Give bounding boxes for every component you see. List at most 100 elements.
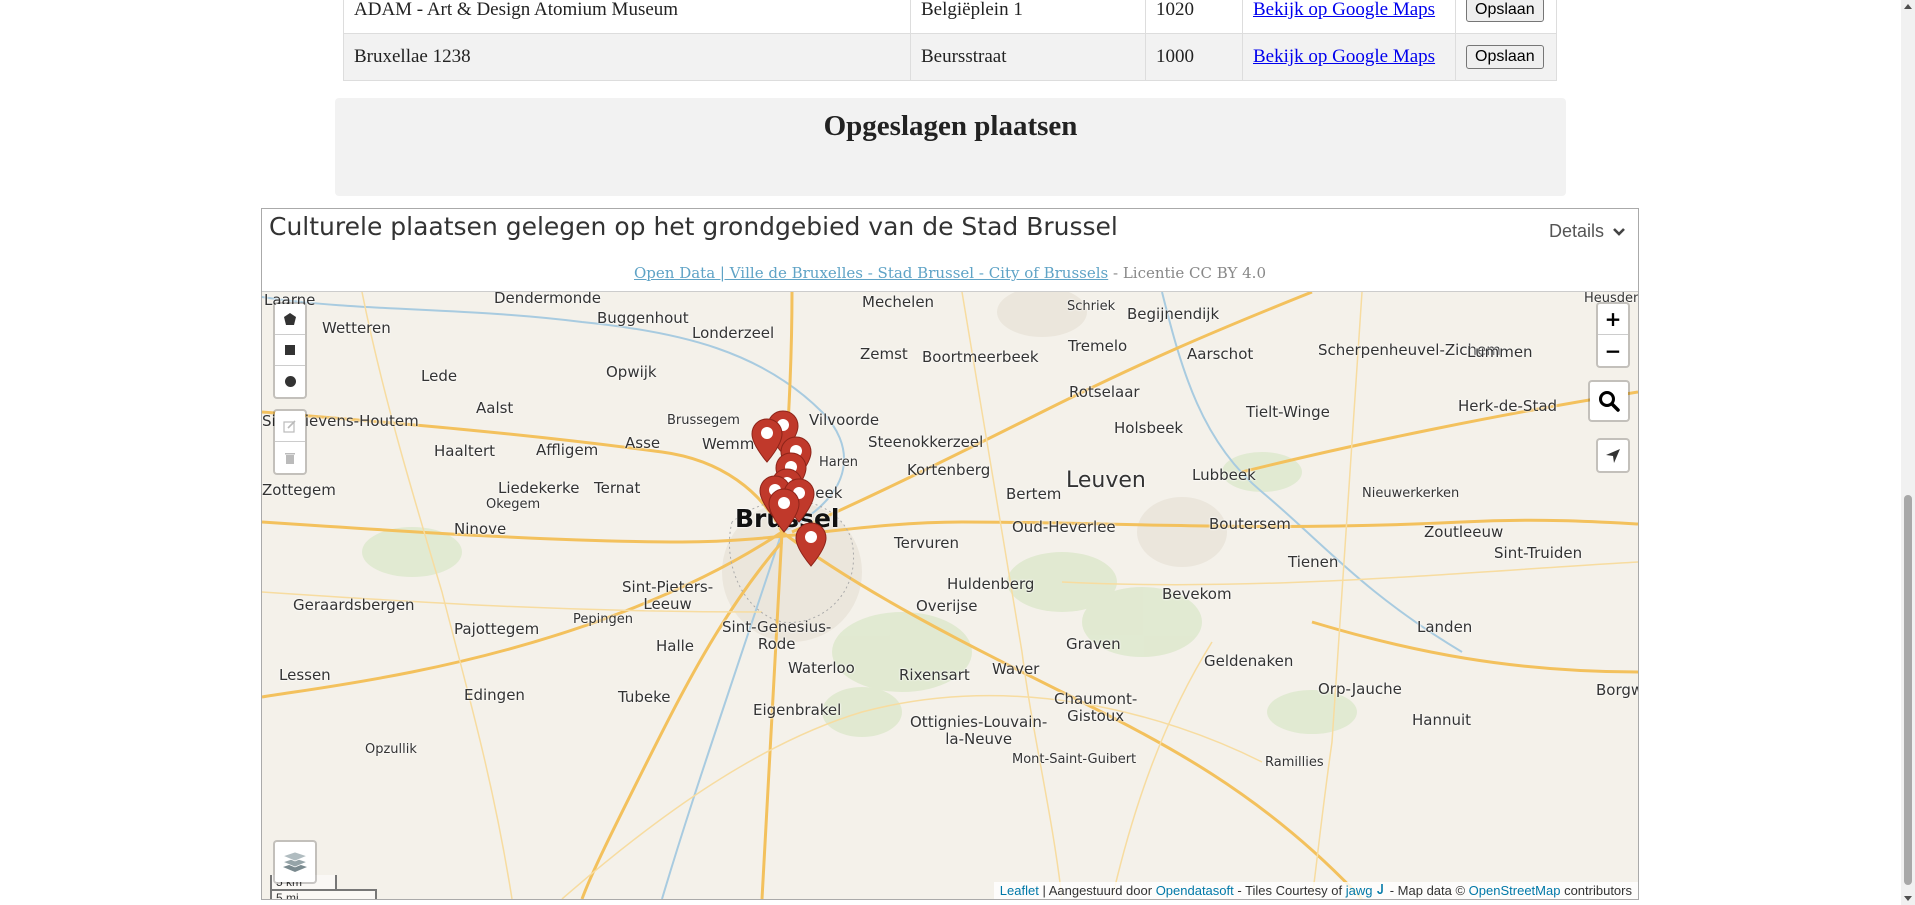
polygon-icon xyxy=(284,313,296,325)
place-label: Tervuren xyxy=(894,534,959,552)
place-label: Wetteren xyxy=(322,319,391,337)
place-label: Graven xyxy=(1066,635,1121,653)
search-icon xyxy=(1599,391,1620,412)
place-label: Aalst xyxy=(476,399,514,417)
layers-control xyxy=(273,840,317,884)
map-marker[interactable] xyxy=(794,522,828,568)
place-label: Overijse xyxy=(916,597,978,615)
leaflet-link[interactable]: Leaflet xyxy=(1000,883,1039,898)
opendatasoft-link[interactable]: Opendatasoft xyxy=(1156,883,1234,898)
place-label: Oud-Heverlee xyxy=(1012,518,1116,536)
locate-control xyxy=(1596,438,1630,473)
edit-layers-button[interactable] xyxy=(275,411,305,442)
place-label: Begijnendijk xyxy=(1127,305,1220,323)
saved-places-panel: Opgeslagen plaatsen xyxy=(335,98,1566,196)
draw-rectangle-button[interactable] xyxy=(275,335,305,366)
place-label: Leuven xyxy=(1066,468,1146,493)
locate-button[interactable] xyxy=(1598,440,1628,471)
place-label: Sint-Pieters- Leeuw xyxy=(622,578,714,614)
place-postcode: 1020 xyxy=(1145,0,1243,34)
place-label: Ternat xyxy=(594,479,641,497)
place-label: Pajottegem xyxy=(454,620,540,638)
place-label: Bevekom xyxy=(1162,585,1232,603)
jawg-link[interactable]: jawg xyxy=(1346,883,1373,898)
place-label: Waver xyxy=(992,660,1040,678)
attribution-text: - Map data © xyxy=(1386,883,1469,898)
save-button[interactable]: Opslaan xyxy=(1466,45,1544,69)
place-label: Waterloo xyxy=(788,659,855,677)
place-label: Boutersem xyxy=(1209,515,1291,533)
details-label: Details xyxy=(1548,221,1604,241)
circle-icon xyxy=(284,376,296,387)
scroll-down-icon[interactable] xyxy=(1904,896,1912,901)
details-toggle[interactable]: Details xyxy=(1549,221,1626,242)
draw-polygon-button[interactable] xyxy=(275,304,305,335)
place-label: Lessen xyxy=(279,666,331,684)
place-label: Aarschot xyxy=(1187,345,1254,363)
place-label: Affligem xyxy=(536,441,599,459)
attribution-text: | Aangestuurd door xyxy=(1038,883,1156,898)
place-label: Tienen xyxy=(1288,553,1339,571)
place-label: Herk-de-Stad xyxy=(1458,397,1558,415)
place-label: Mont-Saint-Guibert xyxy=(1012,752,1137,767)
place-label: Hannuit xyxy=(1412,711,1472,729)
place-label: Sint-Genesius- Rode xyxy=(722,618,832,654)
osm-link[interactable]: OpenStreetMap xyxy=(1469,883,1561,898)
place-label: Tremelo xyxy=(1068,337,1128,355)
place-label: Tielt-Winge xyxy=(1246,403,1330,421)
map-tiles xyxy=(262,292,1638,899)
place-label: Huldenberg xyxy=(947,575,1035,593)
layers-button[interactable] xyxy=(275,842,315,882)
place-label: Brussegem xyxy=(667,413,740,428)
place-label: Tubeke xyxy=(618,688,671,706)
map-widget: Culturele plaatsen gelegen op het grondg… xyxy=(261,208,1639,900)
widget-header: Culturele plaatsen gelegen op het grondg… xyxy=(262,209,1638,292)
zoom-out-button[interactable]: − xyxy=(1598,335,1628,366)
place-label: Lummen xyxy=(1467,343,1533,361)
scrollbar-thumb[interactable] xyxy=(1904,495,1912,885)
saved-places-title: Opgeslagen plaatsen xyxy=(823,110,1078,142)
zoom-in-button[interactable]: + xyxy=(1598,304,1628,335)
place-label: Dendermonde xyxy=(494,292,601,307)
place-label: Borgworm xyxy=(1596,681,1638,699)
place-label: Londerzeel xyxy=(692,324,775,342)
search-button[interactable] xyxy=(1590,382,1628,420)
place-label: Lubbeek xyxy=(1192,466,1256,484)
place-label: Opwijk xyxy=(606,363,657,381)
place-label: Steenokkerzeel xyxy=(868,433,984,451)
google-maps-link[interactable]: Bekijk op Google Maps xyxy=(1253,0,1435,20)
place-label: Rixensart xyxy=(899,666,970,684)
place-label: Geraardsbergen xyxy=(293,596,415,614)
place-label: Vilvoorde xyxy=(809,411,880,429)
chevron-down-icon xyxy=(1613,228,1625,236)
place-label: Haren xyxy=(819,455,859,470)
attribution-text: - Tiles Courtesy of xyxy=(1233,883,1346,898)
map-attribution: Leaflet | Aangestuurd door Opendatasoft … xyxy=(993,882,1638,899)
save-button[interactable]: Opslaan xyxy=(1466,0,1544,22)
place-label: Liedekerke xyxy=(498,479,580,497)
table-row: ADAM - Art & Design Atomium Museum Belgi… xyxy=(343,0,1557,34)
scale-mi: 5 mi xyxy=(270,889,377,899)
place-label: Pepingen xyxy=(573,612,633,627)
license-text: - Licentie CC BY 4.0 xyxy=(1108,264,1266,282)
place-label: Ninove xyxy=(454,520,507,538)
place-label: Orp-Jauche xyxy=(1318,680,1402,698)
google-maps-link[interactable]: Bekijk op Google Maps xyxy=(1253,46,1435,67)
navigation-arrow-icon xyxy=(1606,448,1620,463)
place-label: Geldenaken xyxy=(1204,652,1294,670)
trash-icon xyxy=(285,452,295,464)
table-row: Bruxellae 1238 Beursstraat 1000 Bekijk o… xyxy=(343,33,1557,81)
draw-circle-button[interactable] xyxy=(275,366,305,397)
place-name: Bruxellae 1238 xyxy=(343,33,911,81)
place-name: ADAM - Art & Design Atomium Museum xyxy=(343,0,911,34)
zoom-control: + − xyxy=(1596,302,1630,368)
delete-layers-button[interactable] xyxy=(275,442,305,473)
map[interactable]: Laarne Dendermonde Mechelen Schriek Begi… xyxy=(262,292,1638,899)
source-link[interactable]: Open Data | Ville de Bruxelles - Stad Br… xyxy=(634,264,1108,282)
place-label: Ottignies-Louvain-la-Neuve xyxy=(910,713,1048,749)
place-label: Opzullik xyxy=(365,742,417,757)
search-control xyxy=(1588,380,1630,422)
page-scrollbar[interactable] xyxy=(1901,0,1915,905)
place-label: Halle xyxy=(656,637,695,655)
scroll-up-icon[interactable] xyxy=(1904,4,1912,9)
